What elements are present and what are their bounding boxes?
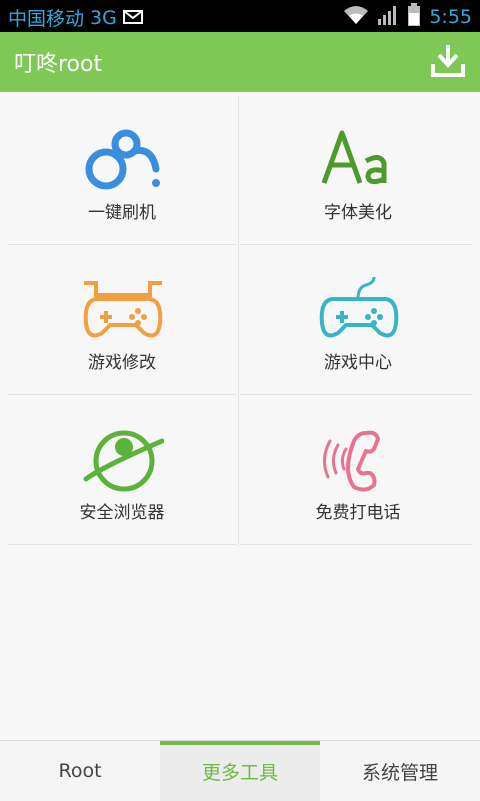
planet-browser-icon: [82, 426, 164, 494]
tool-font-beautify[interactable]: 字体美化: [244, 96, 472, 244]
divider: [240, 544, 472, 545]
tool-free-call[interactable]: 免费打电话: [244, 396, 472, 544]
clock: 5:55: [429, 6, 472, 28]
tool-label: 安全浏览器: [79, 503, 165, 523]
tool-label: 游戏中心: [324, 353, 392, 373]
divider: [240, 244, 472, 245]
divider: [8, 544, 236, 545]
tool-label: 免费打电话: [315, 503, 401, 523]
signal-icon: [377, 4, 399, 30]
tab-system-manage[interactable]: 系统管理: [320, 741, 480, 801]
battery-icon: [407, 3, 421, 31]
divider: [8, 394, 236, 395]
network-label: 3G: [90, 6, 117, 29]
phone-call-icon: [318, 426, 400, 494]
app-bar: 叮咚root: [0, 32, 480, 92]
bottom-nav: Root 更多工具 系统管理: [0, 740, 480, 801]
font-aa-icon: [318, 126, 400, 194]
wifi-icon: [343, 4, 369, 30]
tab-more-tools[interactable]: 更多工具: [160, 741, 320, 801]
gamepad-icon: [318, 276, 400, 344]
tool-label: 游戏修改: [88, 353, 156, 373]
tool-game-modify[interactable]: 游戏修改: [8, 246, 236, 394]
tab-root[interactable]: Root: [0, 741, 160, 801]
status-bar: 中国移动 3G 5:55: [0, 0, 480, 32]
tool-label: 一键刷机: [88, 203, 156, 223]
download-button[interactable]: [430, 42, 466, 80]
tool-game-center[interactable]: 游戏中心: [244, 246, 472, 394]
tool-label: 字体美化: [324, 203, 392, 223]
carrier-label: 中国移动: [8, 8, 85, 30]
mail-icon: [122, 7, 143, 29]
status-left: 中国移动 3G: [8, 4, 143, 31]
tool-safe-browser[interactable]: 安全浏览器: [8, 396, 236, 544]
divider: [240, 394, 472, 395]
tool-one-key-flash[interactable]: 一键刷机: [8, 96, 236, 244]
status-right: 5:55: [343, 3, 472, 31]
divider: [8, 244, 236, 245]
app-title: 叮咚root: [14, 52, 103, 77]
divider: [238, 96, 239, 546]
download-icon: [431, 45, 465, 77]
brush-flash-icon: [82, 126, 164, 194]
gamepad-mod-icon: [82, 276, 164, 344]
